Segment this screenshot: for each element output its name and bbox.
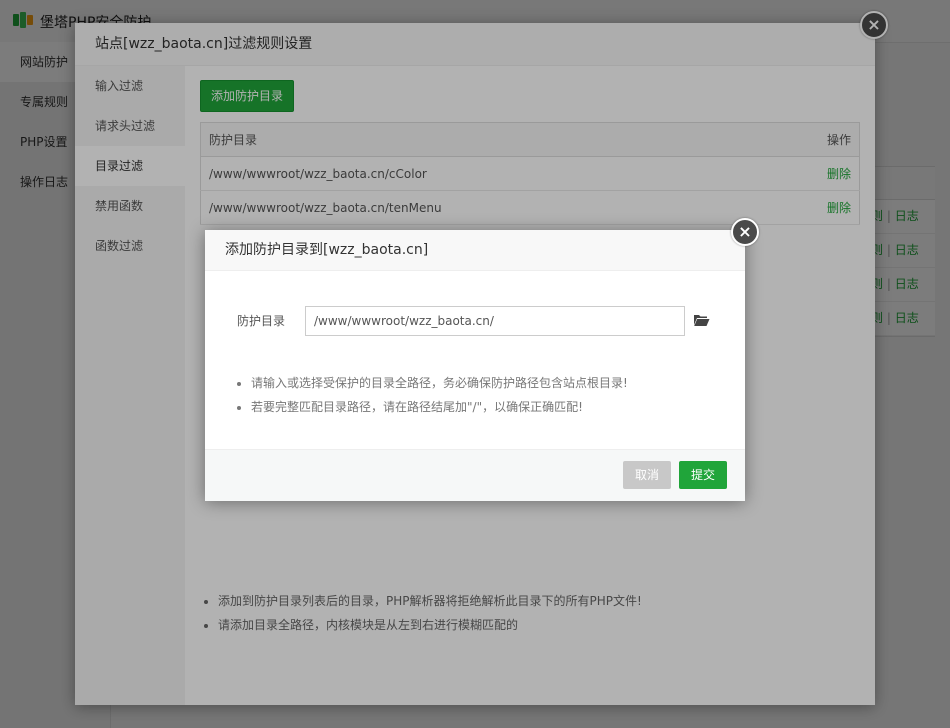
tip-item: 请输入或选择受保护的目录全路径，务必确保防护路径包含站点根目录! [251, 371, 731, 395]
add-directory-dialog-title: 添加防护目录到[wzz_baota.cn] [205, 230, 745, 271]
add-directory-tips: 请输入或选择受保护的目录全路径，务必确保防护路径包含站点根目录! 若要完整匹配目… [251, 371, 731, 419]
cancel-button[interactable]: 取消 [623, 461, 672, 489]
tip-item: 若要完整匹配目录路径，请在路径结尾加"/"，以确保正确匹配! [251, 395, 731, 419]
submit-button[interactable]: 提交 [679, 461, 728, 489]
close-icon[interactable]: × [731, 218, 759, 246]
dialog-footer: 取消 提交 [205, 449, 745, 501]
add-directory-dialog: 添加防护目录到[wzz_baota.cn] × 防护目录 请输入或选择受保护的目… [205, 218, 759, 501]
directory-path-input[interactable] [305, 306, 685, 336]
directory-field-label: 防护目录 [237, 314, 286, 328]
folder-open-icon[interactable] [693, 313, 710, 327]
